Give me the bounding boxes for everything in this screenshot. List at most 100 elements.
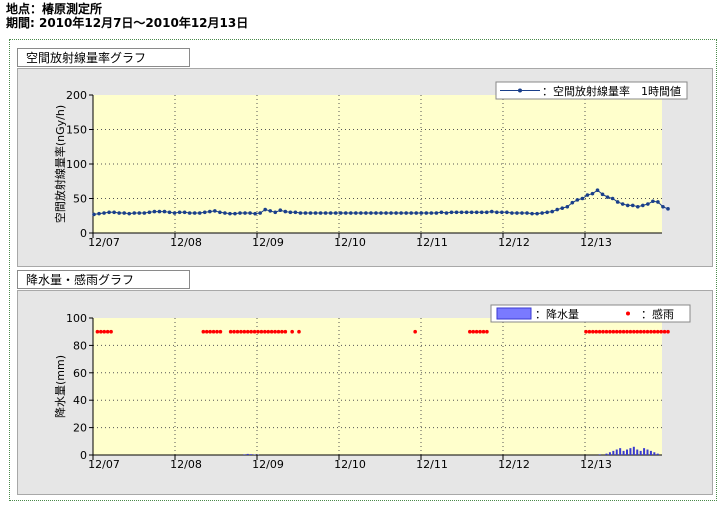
rain-sense-dot	[95, 329, 100, 334]
rain-sense-dot	[645, 329, 650, 334]
precip-bar	[243, 454, 246, 455]
dose-data-point	[605, 195, 610, 199]
dose-data-point	[132, 211, 137, 215]
dose-data-point	[570, 200, 575, 205]
rain-sense-dot	[621, 329, 626, 334]
rain-sense-dot	[481, 329, 486, 334]
rain-sense-dot	[99, 329, 103, 334]
rain-sense-dot	[485, 329, 489, 334]
rain-sense-dot	[249, 329, 253, 334]
dose-data-point	[625, 203, 630, 208]
y-tick-label: 100	[66, 158, 87, 171]
rain-sense-dot	[471, 329, 476, 334]
dose-data-point	[630, 203, 635, 208]
rain-sense-dot	[228, 329, 233, 334]
rain-sense-dot	[266, 329, 271, 334]
rain-sense-dot	[611, 329, 616, 334]
y-tick-label: 100	[66, 312, 87, 325]
rain-sense-dot	[208, 329, 212, 334]
rain-sense-dot	[211, 329, 216, 334]
dose-data-point	[318, 211, 323, 215]
dose-data-point	[102, 211, 106, 215]
rain-sense-dot	[591, 329, 595, 334]
dose-data-point	[177, 210, 182, 215]
rain-sense-dot	[109, 329, 113, 334]
dose-data-point	[117, 211, 121, 215]
dose-data-point	[202, 210, 207, 215]
dose-data-point	[137, 211, 142, 215]
y-axis-label: 降水量(mm)	[53, 355, 67, 418]
rain-sense-dot	[594, 329, 599, 334]
precip-bar	[656, 453, 659, 455]
precip-bar	[253, 454, 256, 455]
x-tick-label: 12/07	[88, 458, 120, 471]
rain-sense-dot	[666, 329, 670, 334]
dose-data-point	[374, 211, 378, 215]
dose-data-point	[167, 210, 172, 215]
precip-bar	[612, 450, 615, 455]
dose-data-point	[152, 209, 157, 214]
x-tick-label: 12/12	[498, 458, 530, 471]
precip-bar	[615, 449, 618, 455]
rain-sense-dot	[478, 329, 482, 334]
dose-data-point	[112, 210, 116, 215]
dose-data-point	[248, 211, 252, 215]
dose-data-point	[283, 209, 288, 214]
rain-sense-dot	[218, 329, 223, 334]
dose-data-point	[666, 207, 670, 211]
dose-data-point	[359, 211, 363, 215]
precip-bar	[605, 453, 608, 455]
y-tick-label: 0	[80, 227, 87, 240]
rain-sense-legend-marker	[626, 311, 630, 316]
y-axis-label: 空間放射線量率(nGy/h)	[53, 105, 67, 223]
dose-data-point	[107, 210, 111, 215]
dose-data-point	[348, 211, 353, 215]
dose-data-point	[278, 208, 283, 213]
dose-data-point	[122, 211, 127, 215]
rain-sense-dot	[655, 329, 660, 334]
dose-data-point	[444, 211, 449, 215]
rain-sense-dot	[597, 329, 602, 334]
dose-data-point	[187, 211, 192, 215]
x-tick-label: 12/07	[88, 236, 120, 249]
rain-sense-dot	[632, 329, 636, 334]
rain-sense-dot	[649, 329, 653, 334]
rain-sense-dot	[601, 329, 605, 334]
rain-sense-dot	[252, 329, 257, 334]
dose-data-point	[313, 211, 318, 215]
rain-sense-dot	[290, 329, 294, 334]
dose-data-point	[303, 211, 308, 215]
dose-data-point	[505, 210, 509, 215]
rain-sense-dot	[232, 329, 236, 334]
rain-sense-dot	[635, 329, 640, 334]
dose-data-point	[464, 210, 469, 215]
rain-sense-dot	[413, 329, 417, 334]
rain-sense-dot	[628, 329, 633, 334]
rain-sense-dot	[608, 329, 612, 334]
precip-bar	[622, 450, 625, 455]
precip-bar	[646, 449, 649, 455]
dose-data-point	[656, 200, 660, 204]
dose-data-point	[379, 211, 383, 215]
dose-data-point	[520, 211, 524, 215]
dose-data-point	[525, 211, 529, 215]
dose-data-point	[560, 206, 565, 210]
x-tick-label: 12/13	[580, 236, 612, 249]
x-tick-label: 12/12	[498, 236, 530, 249]
precip-bar	[246, 453, 249, 455]
dose-data-point	[197, 211, 202, 215]
rain-sense-dot	[276, 329, 281, 334]
dose-data-point	[243, 211, 247, 215]
rain-sense-dot	[474, 329, 479, 334]
precip-bar	[639, 450, 642, 455]
rain-sense-dot	[614, 329, 619, 334]
rain-sense-legend-label: ：感雨	[641, 308, 674, 321]
dose-data-point	[394, 211, 398, 215]
dose-data-point	[510, 211, 514, 215]
rain-sense-dot	[625, 329, 629, 334]
dose-data-point	[389, 211, 393, 215]
dose-data-point	[288, 210, 293, 215]
dose-data-point	[323, 211, 328, 215]
dose-data-point	[474, 210, 479, 215]
dose-data-point	[192, 211, 197, 215]
